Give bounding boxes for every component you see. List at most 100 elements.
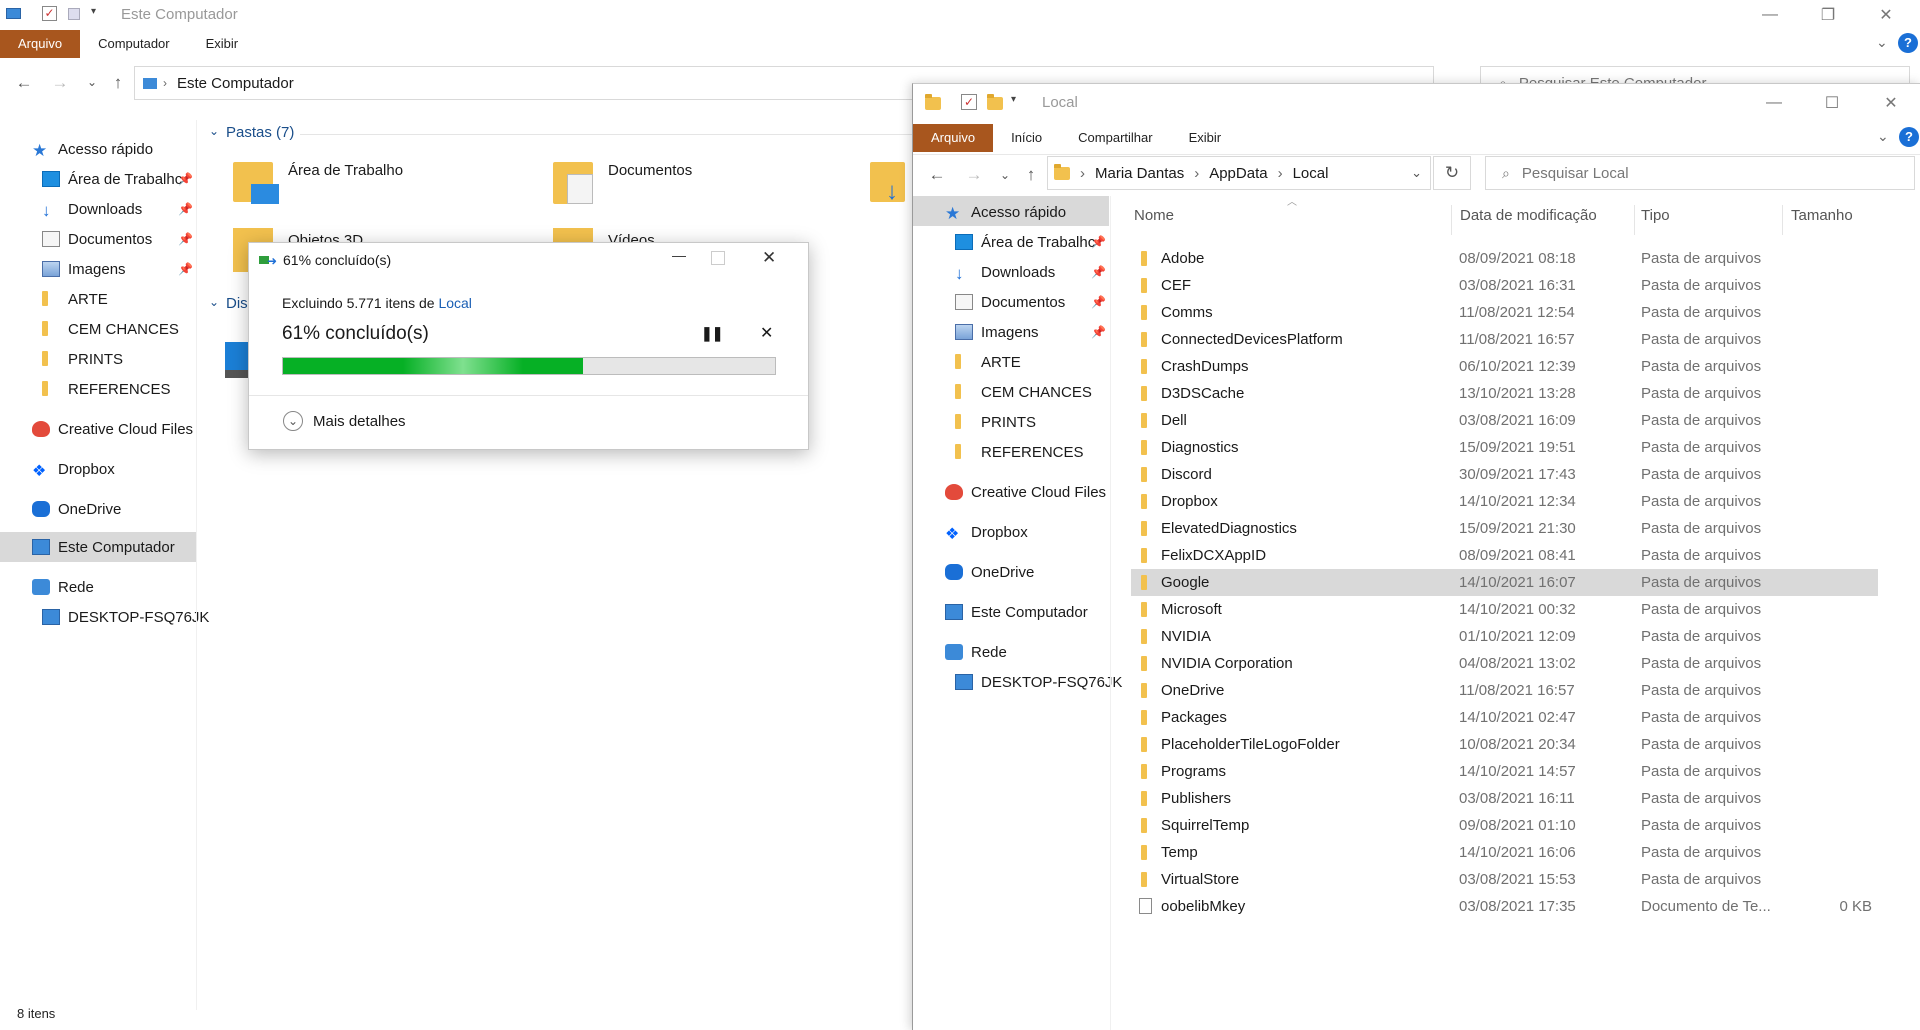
back-nav-onedrive[interactable]: OneDrive [32, 497, 121, 521]
front-recent-dropdown[interactable]: ⌄ [991, 168, 1019, 182]
front-address-bar[interactable]: › Maria Dantas › AppData › Local ⌄ [1047, 156, 1431, 190]
front-nav-item-references[interactable]: REFERENCES [955, 440, 1084, 464]
file-row[interactable]: Temp 14/10/2021 16:06 Pasta de arquivos [1131, 839, 1878, 866]
back-nav-this-pc[interactable]: Este Computador [32, 535, 175, 559]
breadcrumb-item[interactable]: Maria Dantas [1095, 165, 1184, 182]
back-nav-item-references[interactable]: REFERENCES [42, 377, 171, 401]
front-nav-item-cem-chances[interactable]: CEM CHANCES [955, 380, 1092, 404]
back-nav-item-arte[interactable]: ARTE [42, 287, 108, 311]
front-maximize-button[interactable]: ☐ [1804, 88, 1860, 118]
file-row[interactable]: OneDrive 11/08/2021 16:57 Pasta de arquivo… [1131, 677, 1878, 704]
back-ribbon-expand-icon[interactable]: ⌄ [1876, 34, 1888, 51]
front-up-button[interactable]: ↑ [1017, 165, 1045, 185]
back-nav-item-desktop[interactable]: Área de Trabalhc [42, 167, 182, 191]
file-row[interactable]: ElevatedDiagnostics 15/09/2021 21:30 Pasta… [1131, 515, 1878, 542]
pause-button[interactable]: ❚❚ [701, 325, 723, 342]
file-row[interactable]: VirtualStore 03/08/2021 15:53 Pasta de arq… [1131, 866, 1878, 893]
file-row[interactable]: Publishers 03/08/2021 16:11 Pasta de arqui… [1131, 785, 1878, 812]
file-row[interactable]: oobelibMkey 03/08/2021 17:35 Documento de … [1131, 893, 1878, 920]
file-row[interactable]: ConnectedDevicesPlatform 11/08/2021 16:57… [1131, 326, 1878, 353]
front-nav-item-arte[interactable]: ARTE [955, 350, 1021, 374]
back-recent-dropdown[interactable]: ⌄ [78, 75, 106, 89]
back-nav-item-documents[interactable]: Documentos [42, 227, 152, 251]
front-nav-onedrive[interactable]: OneDrive [945, 560, 1034, 584]
column-separator[interactable] [1634, 205, 1635, 235]
back-nav-item-cem-chances[interactable]: CEM CHANCES [42, 317, 179, 341]
back-tab-computador[interactable]: Computador [80, 30, 188, 58]
front-nav-item-prints[interactable]: PRINTS [955, 410, 1036, 434]
back-minimize-button[interactable]: — [1742, 0, 1798, 30]
front-nav-item-pictures[interactable]: Imagens [955, 320, 1039, 344]
back-up-button[interactable]: ↑ [104, 73, 132, 93]
dialog-close-button[interactable]: ✕ [762, 248, 776, 268]
front-nav-desktop-pc[interactable]: DESKTOP-FSQ76JK [955, 670, 1122, 694]
back-nav-desktop-pc[interactable]: DESKTOP-FSQ76JK [42, 605, 209, 629]
back-forward-button[interactable]: → [46, 73, 74, 93]
breadcrumb-item[interactable]: Local [1293, 165, 1329, 182]
back-nav-dropbox[interactable]: ❖ Dropbox [32, 457, 115, 481]
expand-chevron-icon[interactable]: ⌄ [283, 411, 303, 431]
file-row[interactable]: NVIDIA 01/10/2021 12:09 Pasta de arquivos [1131, 623, 1878, 650]
dialog-source-link[interactable]: Local [438, 295, 471, 311]
back-help-icon[interactable]: ? [1898, 33, 1918, 53]
file-row[interactable]: PlaceholderTileLogoFolder 10/08/2021 20:3… [1131, 731, 1878, 758]
file-row[interactable]: CrashDumps 06/10/2021 12:39 Pasta de arqui… [1131, 353, 1878, 380]
front-close-button[interactable]: ✕ [1863, 88, 1919, 118]
collapse-chevron-icon[interactable]: ⌄ [209, 124, 219, 138]
front-help-icon[interactable]: ? [1899, 127, 1919, 147]
front-minimize-button[interactable]: — [1746, 88, 1802, 118]
back-tab-exibir[interactable]: Exibir [188, 30, 257, 58]
front-nav-network[interactable]: Rede [945, 640, 1007, 664]
back-nav-item-prints[interactable]: PRINTS [42, 347, 123, 371]
new-folder-icon[interactable] [987, 94, 1003, 110]
quick-toolbar-dropdown-icon[interactable]: ▾ [91, 6, 96, 17]
back-nav-creative-cloud[interactable]: Creative Cloud Files [32, 417, 193, 441]
properties-check-icon[interactable]: ✓ [961, 94, 977, 110]
back-restore-button[interactable]: ❐ [1800, 0, 1856, 30]
front-nav-this-pc[interactable]: Este Computador [945, 600, 1088, 624]
dialog-minimize-button[interactable]: — [654, 247, 704, 275]
file-row[interactable]: SquirrelTemp 09/08/2021 01:10 Pasta de arq… [1131, 812, 1878, 839]
front-nav-dropbox[interactable]: ❖ Dropbox [945, 520, 1028, 544]
back-nav-quick-access[interactable]: ★ Acesso rápido [32, 137, 153, 161]
downloads-folder-tile[interactable]: ↓ [870, 160, 905, 204]
front-nav-item-desktop[interactable]: Área de Trabalhc [955, 230, 1095, 254]
file-row[interactable]: Programs 14/10/2021 14:57 Pasta de arquivo… [1131, 758, 1878, 785]
address-dropdown-icon[interactable]: ⌄ [1411, 165, 1422, 181]
breadcrumb-item[interactable]: AppData [1209, 165, 1267, 182]
refresh-button[interactable]: ↻ [1433, 156, 1471, 190]
column-header-date[interactable]: Data de modificação [1460, 207, 1597, 235]
documents-folder-tile[interactable] [553, 158, 601, 206]
file-row[interactable]: Microsoft 14/10/2021 00:32 Pasta de arquiv… [1131, 596, 1878, 623]
front-tab-arquivo[interactable]: Arquivo [913, 124, 994, 152]
column-separator[interactable] [1782, 205, 1783, 235]
file-row[interactable]: NVIDIA Corporation 04/08/2021 13:02 Pasta … [1131, 650, 1878, 677]
file-row[interactable]: FelixDCXAppID 08/09/2021 08:41 Pasta de ar… [1131, 542, 1878, 569]
column-header-size[interactable]: Tamanho [1791, 207, 1853, 235]
collapse-chevron-icon[interactable]: ⌄ [209, 295, 219, 309]
desktop-folder-tile[interactable] [233, 158, 281, 206]
front-tab-exibir[interactable]: Exibir [1171, 124, 1240, 152]
back-nav-item-pictures[interactable]: Imagens [42, 257, 126, 281]
file-row[interactable]: D3DSCache 13/10/2021 13:28 Pasta de arquiv… [1131, 380, 1878, 407]
file-row[interactable]: Discord 30/09/2021 17:43 Pasta de arquivos [1131, 461, 1878, 488]
dialog-maximize-button[interactable] [711, 251, 725, 265]
back-nav-network[interactable]: Rede [32, 575, 94, 599]
back-close-button[interactable]: ✕ [1858, 0, 1914, 30]
file-row[interactable]: Dell 03/08/2021 16:09 Pasta de arquivos [1131, 407, 1878, 434]
more-details-button[interactable]: Mais detalhes [313, 413, 406, 430]
file-row[interactable]: Google 14/10/2021 16:07 Pasta de arquivos [1131, 569, 1878, 596]
front-nav-item-downloads[interactable]: ↓ Downloads [955, 260, 1055, 284]
front-ribbon-expand-icon[interactable]: ⌄ [1877, 128, 1889, 145]
file-row[interactable]: Diagnostics 15/09/2021 19:51 Pasta de arqu… [1131, 434, 1878, 461]
file-row[interactable]: Adobe 08/09/2021 08:18 Pasta de arquivos [1131, 245, 1878, 272]
column-header-type[interactable]: Tipo [1641, 207, 1670, 235]
file-row[interactable]: CEF 03/08/2021 16:31 Pasta de arquivos [1131, 272, 1878, 299]
back-tab-arquivo[interactable]: Arquivo [0, 30, 81, 58]
front-nav-item-documents[interactable]: Documentos [955, 290, 1065, 314]
file-row[interactable]: Dropbox 14/10/2021 12:34 Pasta de arquivos [1131, 488, 1878, 515]
column-header-name[interactable]: Nome [1134, 207, 1174, 235]
front-forward-button[interactable]: → [960, 165, 988, 185]
cancel-button[interactable]: ✕ [760, 323, 773, 343]
properties-check-icon[interactable]: ✓ [42, 6, 57, 21]
